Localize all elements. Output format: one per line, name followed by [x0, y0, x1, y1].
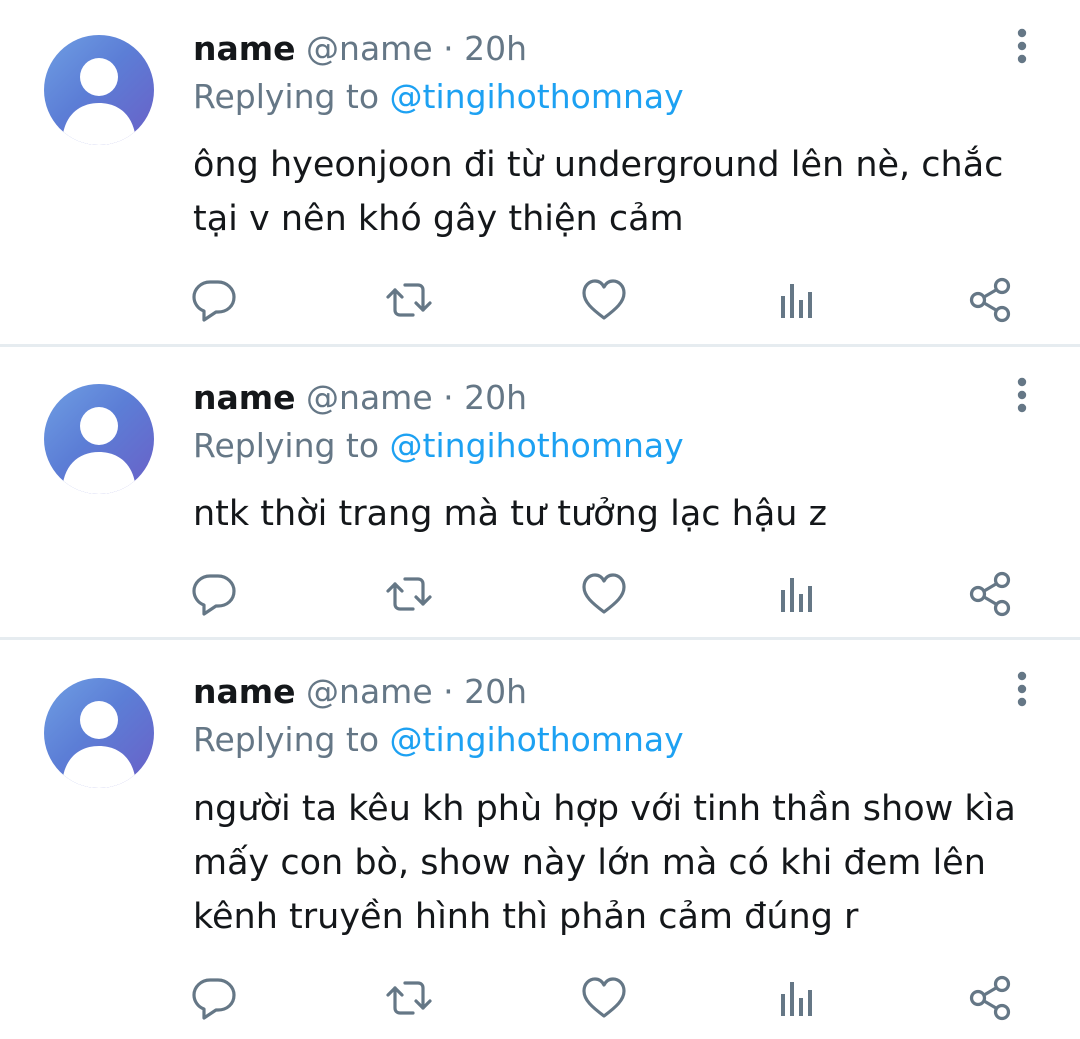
more-vertical-icon [1017, 377, 1027, 413]
replying-to-label: Replying to [193, 77, 380, 116]
analytics-icon [781, 284, 812, 318]
retweet-icon [386, 981, 432, 1015]
tweet-text: người ta kêu kh phù hợp với tinh thần sh… [193, 782, 1053, 944]
retweet-button[interactable] [385, 974, 433, 1022]
share-button[interactable] [966, 570, 1014, 618]
default-profile-icon [62, 58, 136, 145]
analytics-icon [781, 578, 812, 612]
tweet-1[interactable]: name @name · 20h Replying to @tingihotho… [0, 0, 1080, 344]
heart-icon [582, 279, 626, 320]
separator-dot: · [443, 29, 454, 68]
reply-button[interactable] [190, 570, 238, 618]
share-icon [969, 571, 1011, 617]
reply-button[interactable] [190, 276, 238, 324]
timestamp[interactable]: 20h [464, 672, 527, 711]
user-handle[interactable]: @name [306, 672, 433, 711]
tweet-3[interactable]: name @name · 20h Replying to @tingihotho… [0, 640, 1080, 1039]
replying-to-label: Replying to [193, 720, 380, 759]
display-name[interactable]: name [193, 672, 296, 711]
tweet-header: name @name · 20h [193, 27, 527, 71]
user-handle[interactable]: @name [306, 378, 433, 417]
tweet-header: name @name · 20h [193, 670, 527, 714]
timestamp[interactable]: 20h [464, 29, 527, 68]
tweet-text-line: mấy con bò, show này lớn mà có khi đem l… [193, 843, 986, 883]
share-icon [969, 277, 1011, 323]
replying-to-label: Replying to [193, 426, 380, 465]
retweet-button[interactable] [385, 276, 433, 324]
tweet-text-line: kênh truyền hình thì phản cảm đúng r [193, 897, 859, 937]
tweet-header: name @name · 20h [193, 376, 527, 420]
more-options-button[interactable] [1002, 376, 1042, 416]
reply-icon [192, 978, 236, 1020]
tweet-2[interactable]: name @name · 20h Replying to @tingihotho… [0, 347, 1080, 637]
more-options-button[interactable] [1002, 670, 1042, 710]
reply-icon [192, 574, 236, 616]
reply-icon [192, 280, 236, 322]
avatar[interactable] [44, 35, 154, 145]
reply-button[interactable] [190, 974, 238, 1022]
replying-to-mention[interactable]: @tingihothomnay [390, 720, 684, 759]
heart-icon [582, 977, 626, 1018]
avatar[interactable] [44, 678, 154, 788]
like-button[interactable] [580, 974, 628, 1022]
tweet-text-line: ntk thời trang mà tư tưởng lạc hậu z [193, 494, 827, 534]
retweet-icon [386, 577, 432, 611]
like-button[interactable] [580, 570, 628, 618]
retweet-icon [386, 283, 432, 317]
share-button[interactable] [966, 276, 1014, 324]
more-vertical-icon [1017, 28, 1027, 64]
separator-dot: · [443, 378, 454, 417]
replying-to-mention[interactable]: @tingihothomnay [390, 77, 684, 116]
like-button[interactable] [580, 276, 628, 324]
analytics-button[interactable] [773, 974, 821, 1022]
tweet-text-line: ông hyeonjoon đi từ underground lên nè, … [193, 145, 1004, 185]
tweet-text-line: tại v nên khó gây thiện cảm [193, 199, 684, 239]
replying-to-mention[interactable]: @tingihothomnay [390, 426, 684, 465]
share-icon [969, 975, 1011, 1021]
display-name[interactable]: name [193, 29, 296, 68]
avatar[interactable] [44, 384, 154, 494]
timestamp[interactable]: 20h [464, 378, 527, 417]
default-profile-icon [62, 701, 136, 788]
heart-icon [582, 573, 626, 614]
tweet-text: ông hyeonjoon đi từ underground lên nè, … [193, 138, 1053, 246]
replying-to: Replying to @tingihothomnay [193, 718, 684, 762]
separator-dot: · [443, 672, 454, 711]
retweet-button[interactable] [385, 570, 433, 618]
analytics-button[interactable] [773, 570, 821, 618]
default-profile-icon [62, 407, 136, 494]
analytics-button[interactable] [773, 276, 821, 324]
tweet-text: ntk thời trang mà tư tưởng lạc hậu z [193, 487, 1053, 541]
replying-to: Replying to @tingihothomnay [193, 75, 684, 119]
display-name[interactable]: name [193, 378, 296, 417]
replying-to: Replying to @tingihothomnay [193, 424, 684, 468]
user-handle[interactable]: @name [306, 29, 433, 68]
more-options-button[interactable] [1002, 27, 1042, 67]
more-vertical-icon [1017, 671, 1027, 707]
share-button[interactable] [966, 974, 1014, 1022]
tweet-text-line: người ta kêu kh phù hợp với tinh thần sh… [193, 789, 1016, 829]
analytics-icon [781, 982, 812, 1016]
